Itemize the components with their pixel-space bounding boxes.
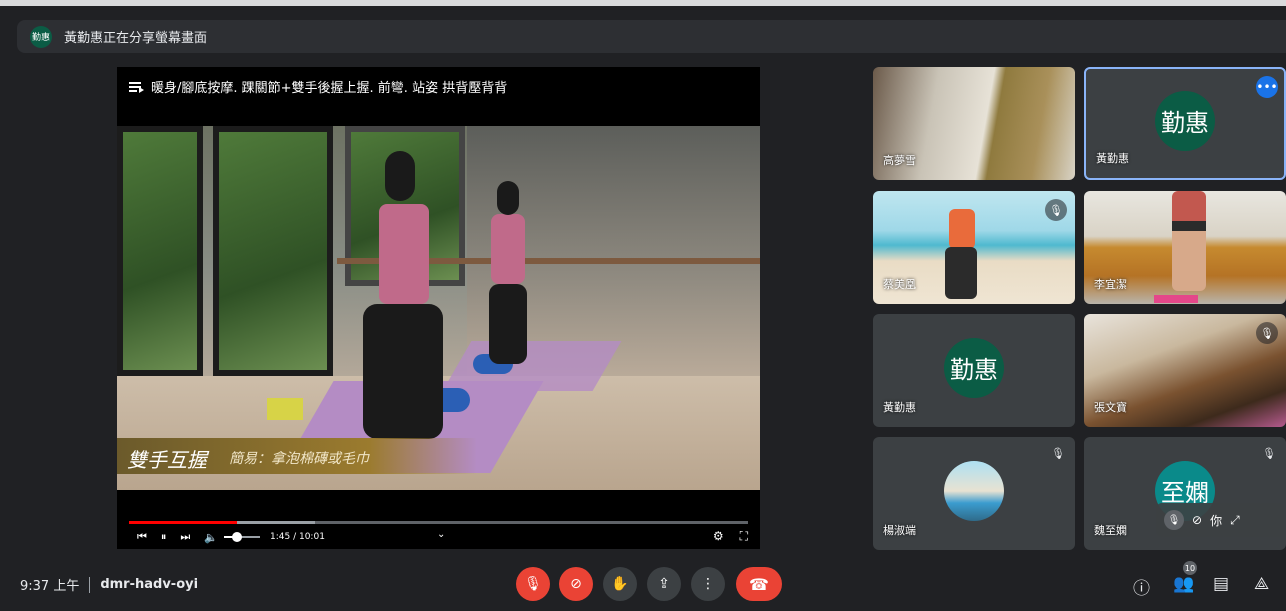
participant-tile-2[interactable]: 🎙 蔡美凰 [873,191,1075,304]
pause-icon[interactable]: ⏸ [161,530,167,544]
banner-text: 黃勤惠正在分享螢幕畫面 [64,31,208,46]
more-options-button[interactable]: ⋮ [691,567,725,601]
muted-mic-icon: 🎙 [1051,447,1065,460]
previous-icon[interactable]: ⏮ [137,530,147,544]
chevron-down-icon[interactable]: ⌄ [437,529,445,540]
next-icon[interactable]: ⏭ [180,530,190,544]
participant-tile-0[interactable]: 高夢雪 [873,67,1075,180]
current-time: 9:37 上午 [20,579,80,594]
screen-share-banner: 勤惠 黃勤惠正在分享螢幕畫面 [17,20,1286,53]
expand-icon[interactable]: ⤢ [1230,513,1240,528]
instructor-top [379,204,429,304]
chat-icon[interactable]: ▤ [1213,574,1229,594]
participant-name: 魏至嫻 [1094,524,1127,537]
participant-tile-3[interactable]: 李宜潔 [1084,191,1286,304]
volume-icon[interactable]: 🔈 [204,531,218,544]
leave-call-button[interactable]: ☎ [736,567,782,601]
caption-main: 雙手互握 [127,448,207,472]
participant-name: 李宜潔 [1094,278,1127,291]
participant-name: 黃勤惠 [1096,152,1129,165]
volume-knob[interactable] [231,532,242,542]
participant-name: 高夢雪 [883,154,916,167]
player-controls-right: ⚙ ⛶ [713,529,748,544]
participant-name: 楊淑端 [883,524,916,537]
exit-fullscreen-icon[interactable]: ⛶ [740,529,748,544]
presenter-avatar: 勤惠 [30,25,52,48]
mic-off-button[interactable]: 🎙 [516,567,550,601]
pink-mat [1154,295,1198,303]
participant-legs [945,247,977,299]
reflection-figure [497,181,519,215]
avatar [944,460,1004,521]
video-title: 暖身/腳底按摩. 踝關節+雙手後握上握. 前彎. 站姿 拱背壓背背 [151,81,508,96]
activities-icon[interactable]: ⟁ [1254,574,1269,594]
participant-figure [949,209,975,249]
video-frame[interactable]: 雙手互握 簡易：拿泡棉磚或毛巾 [117,126,760,490]
meeting-details-icon[interactable]: ⓘ [1133,574,1150,599]
settings-icon[interactable]: ⚙ [713,529,724,544]
muted-mic-icon: 🎙 [1256,322,1278,344]
progress-played[interactable] [129,521,238,524]
instructor-legs [363,304,443,439]
volume-slider[interactable] [224,532,261,542]
participant-tile-1[interactable]: 勤惠 ••• 黃勤惠 [1084,67,1286,180]
avatar: 勤惠 [1155,90,1215,151]
more-options-icon[interactable]: ••• [1256,76,1278,98]
instructor-figure [385,151,415,201]
mic-off-icon[interactable]: 🎙 [1164,510,1184,530]
camera-off-button[interactable]: ⊘ [559,567,593,601]
present-button[interactable]: ⇪ [647,567,681,601]
player-controls: ⏮ ⏸ ⏭ 🔈 1:45 / 10:01 ⌄ ⚙ ⛶ [137,529,748,545]
yoga-mat-reflection [442,341,622,391]
participant-name: 蔡美凰 [883,278,916,291]
window-left [117,126,203,376]
participant-legs [1172,191,1206,291]
participant-name: 張文寶 [1094,401,1127,414]
muted-mic-icon: 🎙 [1045,199,1067,221]
raise-hand-button[interactable]: ✋ [603,567,637,601]
window-top-edge [0,0,1286,6]
participant-tile-5[interactable]: 🎙 張文寶 [1084,314,1286,427]
self-view-controls: 🎙 ⊘ 你 ⤢ [1156,503,1284,537]
reflection-top [491,214,525,284]
people-icon[interactable]: 👥 [1173,574,1194,594]
presentation-view[interactable]: 暖身/腳底按摩. 踝關節+雙手後握上握. 前彎. 站姿 拱背壓背背 雙手互握 簡… [117,67,760,549]
playlist-icon[interactable] [129,81,144,93]
reflection-legs [489,284,527,364]
self-label: 你 [1210,513,1223,528]
divider [89,576,91,593]
avatar: 勤惠 [944,337,1004,398]
meeting-code[interactable]: dmr-hadv-oyi [100,577,198,592]
foam-block [267,398,303,420]
window-center [213,126,333,376]
caption-sub: 簡易：拿泡棉磚或毛巾 [229,451,369,467]
participant-tile-7[interactable]: 至嫻 🎙 魏至嫻 🎙 ⊘ 你 ⤢ [1084,437,1286,550]
muted-mic-icon: 🎙 [1262,447,1276,460]
people-count-badge: 10 [1183,561,1197,575]
video-title-bar: 暖身/腳底按摩. 踝關節+雙手後握上握. 前彎. 站姿 拱背壓背背 [129,77,507,96]
participant-tile-4[interactable]: 勤惠 黃勤惠 [873,314,1075,427]
participant-name: 黃勤惠 [883,401,916,414]
participant-tile-6[interactable]: 🎙 楊淑端 [873,437,1075,550]
video-time: 1:45 / 10:01 [270,532,325,542]
camera-off-icon[interactable]: ⊘ [1192,513,1202,527]
meeting-info: 9:37 上午 dmr-hadv-oyi [20,575,198,594]
